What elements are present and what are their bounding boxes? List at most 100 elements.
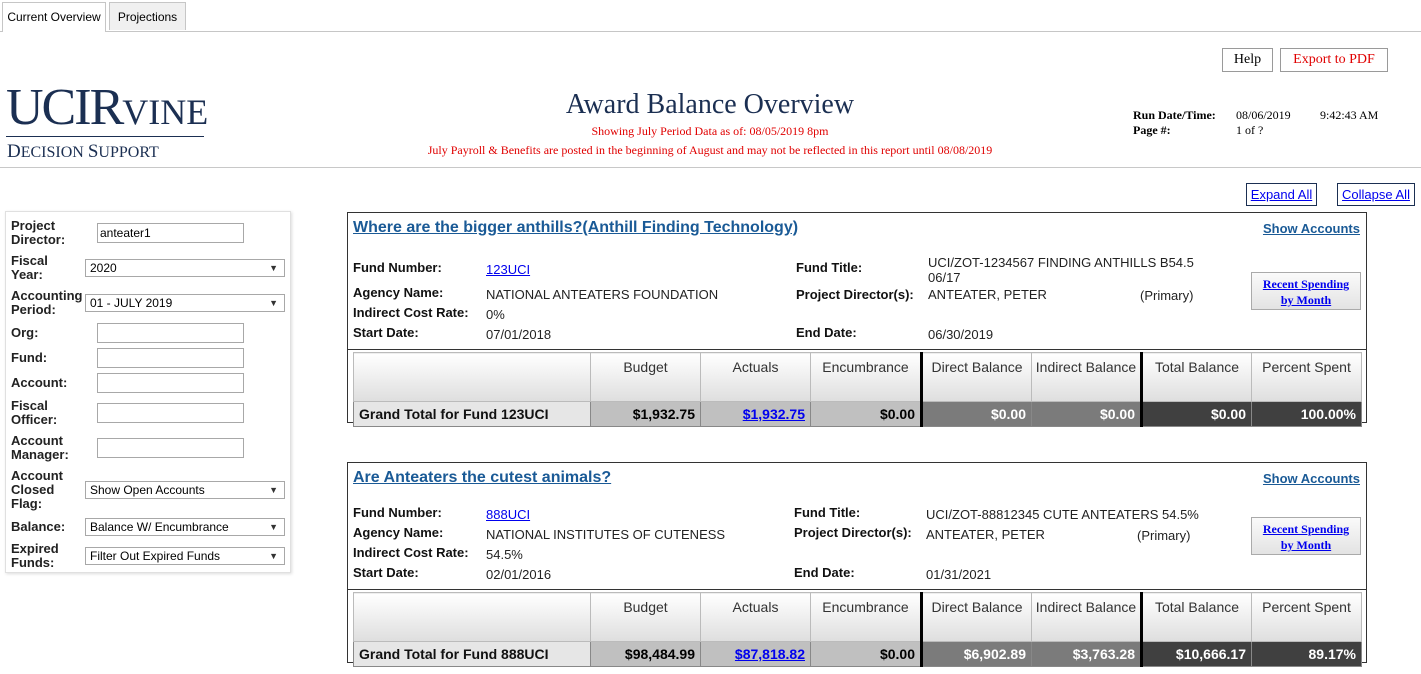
end-date-value: 01/31/2021 xyxy=(926,567,992,582)
agency-name-label: Agency Name: xyxy=(353,525,444,540)
fiscal-officer-label: Fiscal Officer: xyxy=(11,398,58,427)
org-label: Org: xyxy=(11,325,39,340)
fund-title-link[interactable]: Are Anteaters the cutest animals? xyxy=(353,469,611,487)
total-balance-value: $10,666.17 xyxy=(1140,641,1252,667)
account-manager-label: Account Manager: xyxy=(11,433,69,462)
project-director-value: ANTEATER, PETER xyxy=(928,287,1047,302)
indirect-balance-value: $0.00 xyxy=(1031,401,1142,427)
total-balance-value: $0.00 xyxy=(1140,401,1252,427)
tab-projections[interactable]: Projections xyxy=(109,2,186,30)
tab-bar: Current Overview Projections xyxy=(0,0,1421,32)
recent-spending-button[interactable]: Recent Spending by Month xyxy=(1251,517,1361,555)
recent-spending-button[interactable]: Recent Spending by Month xyxy=(1251,272,1361,310)
show-accounts-link[interactable]: Show Accounts xyxy=(1263,221,1360,236)
account-closed-flag-select[interactable]: Show Open Accounts ▼ xyxy=(85,481,285,499)
agency-name-label: Agency Name: xyxy=(353,285,444,300)
percent-spent-value: 100.00% xyxy=(1251,401,1362,427)
agency-name-value: NATIONAL INSTITUTES OF CUTENESS xyxy=(486,527,726,542)
budget-value: $1,932.75 xyxy=(590,401,701,427)
indirect-balance-header: Indirect Balance xyxy=(1031,352,1142,402)
tab-current-overview[interactable]: Current Overview xyxy=(2,2,106,32)
percent-spent-header: Percent Spent xyxy=(1251,352,1362,402)
org-input[interactable] xyxy=(97,323,244,343)
accounting-period-select[interactable]: 01 - JULY 2019 ▼ xyxy=(85,294,285,312)
fund-number-link[interactable]: 123UCI xyxy=(486,262,530,277)
project-directors-label: Project Director(s): xyxy=(794,525,912,540)
percent-spent-value: 89.17% xyxy=(1251,641,1362,667)
grand-total-label: Grand Total for Fund 123UCI xyxy=(353,401,591,427)
accounting-period-label: Accounting Period: xyxy=(11,288,83,317)
encumbrance-value: $0.00 xyxy=(810,401,922,427)
expired-funds-select[interactable]: Filter Out Expired Funds ▼ xyxy=(85,547,285,565)
fiscal-year-select[interactable]: 2020 ▼ xyxy=(85,259,285,277)
card-divider xyxy=(348,589,1366,590)
card-divider xyxy=(348,349,1366,350)
payroll-notice: July Payroll & Benefits are posted in th… xyxy=(427,143,993,157)
fund-title-label: Fund Title: xyxy=(796,260,863,275)
account-manager-input[interactable] xyxy=(97,438,244,458)
encumbrance-header: Encumbrance xyxy=(810,592,922,642)
fund-input[interactable] xyxy=(97,348,244,368)
end-date-label: End Date: xyxy=(794,565,855,580)
actuals-header: Actuals xyxy=(700,352,811,402)
blank-header xyxy=(353,352,591,402)
chevron-down-icon: ▼ xyxy=(269,551,278,561)
blank-header xyxy=(353,592,591,642)
expand-all-button[interactable]: Expand All xyxy=(1246,183,1317,206)
fund-label: Fund: xyxy=(11,350,48,365)
encumbrance-value: $0.00 xyxy=(810,641,922,667)
indirect-cost-rate-value: 54.5% xyxy=(486,547,523,562)
fund-number-label: Fund Number: xyxy=(353,260,442,275)
account-input[interactable] xyxy=(97,373,244,393)
page-number-value: 1 of ? xyxy=(1236,123,1264,137)
budget-value: $98,484.99 xyxy=(590,641,701,667)
fund-summary-table: Budget Actuals Encumbrance Direct Balanc… xyxy=(353,592,1362,667)
fund-title-value: UCI/ZOT-88812345 CUTE ANTEATERS 54.5% xyxy=(926,507,1199,522)
balance-select[interactable]: Balance W/ Encumbrance ▼ xyxy=(85,518,285,536)
export-pdf-button[interactable]: Export to PDF xyxy=(1280,48,1388,72)
indirect-cost-rate-label: Indirect Cost Rate: xyxy=(353,305,469,320)
director-role: (Primary) xyxy=(1140,288,1194,303)
actuals-link[interactable]: $87,818.82 xyxy=(735,646,805,662)
agency-name-value: NATIONAL ANTEATERS FOUNDATION xyxy=(486,287,719,302)
start-date-value: 02/01/2016 xyxy=(486,567,552,582)
director-role: (Primary) xyxy=(1137,528,1191,543)
encumbrance-header: Encumbrance xyxy=(810,352,922,402)
fund-card: Where are the bigger anthills?(Anthill F… xyxy=(347,212,1367,427)
show-accounts-link[interactable]: Show Accounts xyxy=(1263,471,1360,486)
fund-number-link[interactable]: 888UCI xyxy=(486,507,530,522)
fund-title-value: UCI/ZOT-1234567 FINDING ANTHILLS B54.5 xyxy=(928,255,1194,270)
account-label: Account: xyxy=(11,375,68,390)
run-date-label: Run Date/Time: xyxy=(1133,108,1216,122)
indirect-cost-rate-value: 0% xyxy=(486,307,505,322)
total-balance-header: Total Balance xyxy=(1140,352,1252,402)
budget-header: Budget xyxy=(590,592,701,642)
start-date-value: 07/01/2018 xyxy=(486,327,552,342)
fund-title-link[interactable]: Where are the bigger anthills?(Anthill F… xyxy=(353,219,798,237)
help-button[interactable]: Help xyxy=(1222,48,1273,72)
expired-funds-label: Expired Funds: xyxy=(11,541,59,570)
page-title: Award Balance Overview xyxy=(565,89,855,120)
direct-balance-value: $6,902.89 xyxy=(920,641,1032,667)
start-date-label: Start Date: xyxy=(353,565,419,580)
actuals-header: Actuals xyxy=(700,592,811,642)
run-date-value: 08/06/2019 xyxy=(1236,108,1291,122)
fund-card: Are Anteaters the cutest animals? Show A… xyxy=(347,462,1367,667)
indirect-balance-header: Indirect Balance xyxy=(1031,592,1142,642)
page-number-label: Page #: xyxy=(1133,123,1171,137)
project-director-label: Project Director: xyxy=(11,218,66,247)
collapse-all-button[interactable]: Collapse All xyxy=(1337,183,1415,206)
fiscal-year-label: Fiscal Year: xyxy=(11,253,48,282)
chevron-down-icon: ▼ xyxy=(269,485,278,495)
run-time-value: 9:42:43 AM xyxy=(1320,108,1379,122)
actuals-cell: $87,818.82 xyxy=(700,641,811,667)
percent-spent-header: Percent Spent xyxy=(1251,592,1362,642)
actuals-link[interactable]: $1,932.75 xyxy=(743,406,805,422)
fiscal-officer-input[interactable] xyxy=(97,403,244,423)
chevron-down-icon: ▼ xyxy=(269,522,278,532)
chevron-down-icon: ▼ xyxy=(269,263,278,273)
project-director-input[interactable] xyxy=(97,223,244,243)
fund-number-label: Fund Number: xyxy=(353,505,442,520)
table-row: Grand Total for Fund 888UCI $98,484.99 $… xyxy=(353,641,1362,667)
end-date-label: End Date: xyxy=(796,325,857,340)
